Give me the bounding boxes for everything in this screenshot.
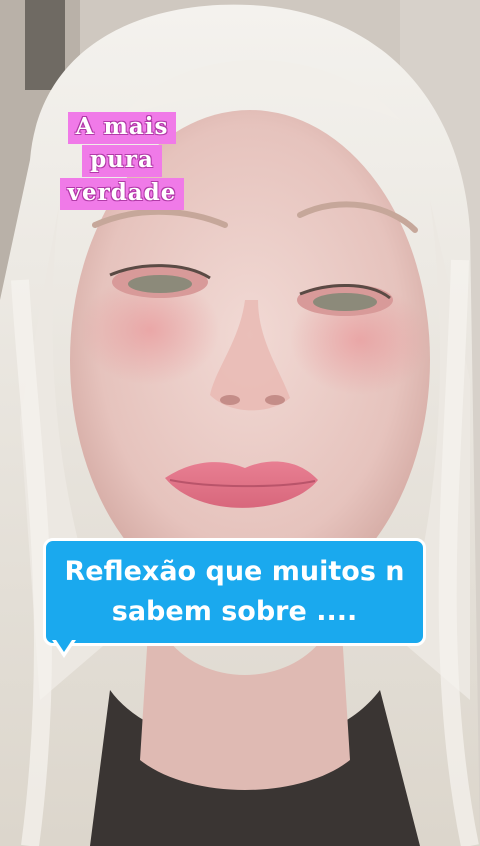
caption-line-1: Reflexão que muitos n	[64, 556, 405, 587]
sticker-text: A mais pura verdade	[22, 112, 222, 211]
sticker-line-1: A mais	[67, 112, 177, 144]
caption-line-2: sabem sobre ....	[111, 596, 358, 627]
caption-bubble: Reflexão que muitos n sabem sobre ....	[43, 538, 426, 646]
sticker-line-2: pura	[82, 145, 162, 177]
sticker-line-3: verdade	[59, 178, 185, 210]
caption-tail-fill	[56, 640, 72, 652]
